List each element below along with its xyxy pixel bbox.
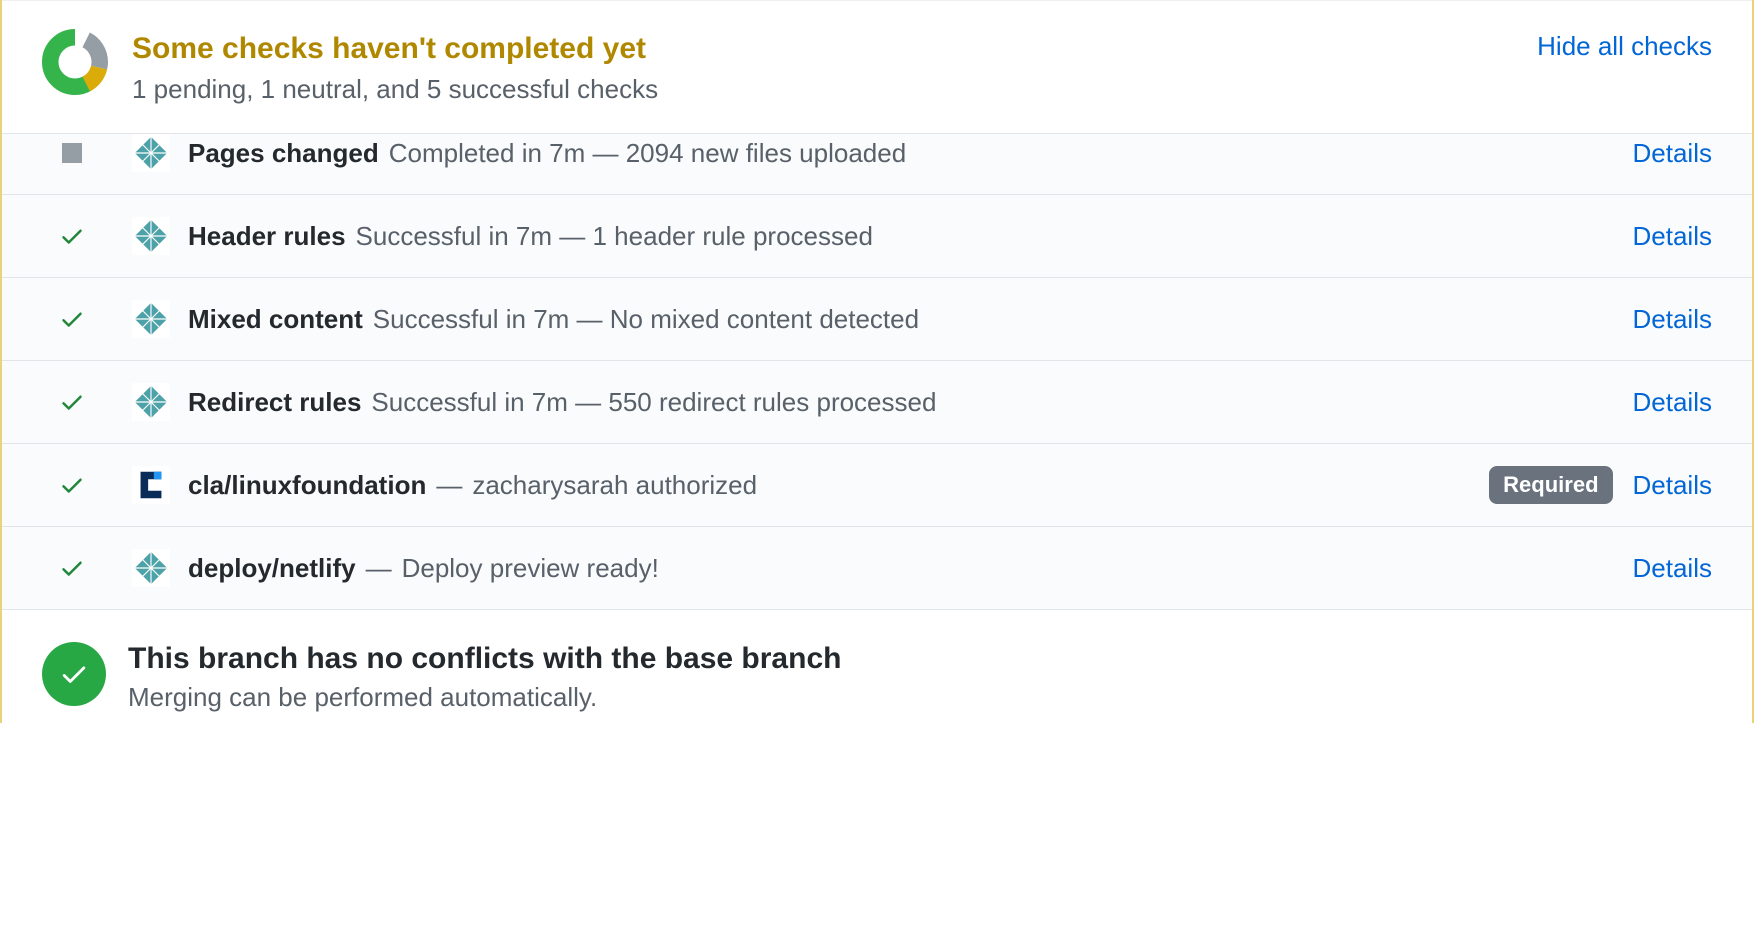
check-separator: — <box>436 470 462 501</box>
details-link[interactable]: Details <box>1633 470 1712 501</box>
check-description: Successful in 7m — No mixed content dete… <box>373 304 919 335</box>
check-description: Deploy preview ready! <box>402 553 659 584</box>
check-neutral-icon <box>54 143 90 163</box>
details-link[interactable]: Details <box>1633 553 1712 584</box>
checks-header: Some checks haven't completed yet 1 pend… <box>2 0 1752 133</box>
pr-merge-box: Some checks haven't completed yet 1 pend… <box>0 0 1754 723</box>
check-success-icon <box>54 555 90 581</box>
checks-header-text: Some checks haven't completed yet 1 pend… <box>132 29 1517 105</box>
status-donut-icon <box>42 29 108 100</box>
check-text: Pages changed Completed in 7m — 2094 new … <box>188 138 1613 169</box>
check-row: deploy/netlify — Deploy preview ready! Deta… <box>2 527 1752 610</box>
check-name: Redirect rules <box>188 387 361 418</box>
check-row: Header rules Successful in 7m — 1 header … <box>2 195 1752 278</box>
checks-list: Pages changed Completed in 7m — 2094 new … <box>2 133 1752 610</box>
merge-title: This branch has no conflicts with the ba… <box>128 642 841 676</box>
merge-status-text: This branch has no conflicts with the ba… <box>128 642 841 713</box>
check-text: Header rules Successful in 7m — 1 header … <box>188 221 1613 252</box>
check-text: deploy/netlify — Deploy preview ready! <box>188 553 1613 584</box>
merge-subtitle: Merging can be performed automatically. <box>128 682 841 713</box>
details-link[interactable]: Details <box>1633 221 1712 252</box>
required-badge: Required <box>1489 466 1612 504</box>
check-separator: — <box>366 553 392 584</box>
check-success-icon <box>54 306 90 332</box>
check-name: Mixed content <box>188 304 363 335</box>
checks-subtitle: 1 pending, 1 neutral, and 5 successful c… <box>132 74 1517 105</box>
merge-status-section: This branch has no conflicts with the ba… <box>2 610 1752 723</box>
check-name: cla/linuxfoundation <box>188 470 426 501</box>
check-row: cla/linuxfoundation — zacharysarah authori… <box>2 444 1752 527</box>
details-link[interactable]: Details <box>1633 387 1712 418</box>
netlify-avatar-icon <box>132 134 170 172</box>
check-description: Successful in 7m — 550 redirect rules pr… <box>371 387 936 418</box>
check-text: Mixed content Successful in 7m — No mixed… <box>188 304 1613 335</box>
check-row: Pages changed Completed in 7m — 2094 new … <box>2 134 1752 195</box>
check-description: Successful in 7m — 1 header rule process… <box>356 221 873 252</box>
checks-title: Some checks haven't completed yet <box>132 29 1517 68</box>
check-description: Completed in 7m — 2094 new files uploade… <box>389 138 906 169</box>
check-text: cla/linuxfoundation — zacharysarah authori… <box>188 470 1477 501</box>
linuxfoundation-avatar-icon <box>132 466 170 504</box>
netlify-avatar-icon <box>132 383 170 421</box>
netlify-avatar-icon <box>132 300 170 338</box>
netlify-avatar-icon <box>132 217 170 255</box>
details-link[interactable]: Details <box>1633 304 1712 335</box>
success-check-icon <box>42 642 106 706</box>
check-row: Redirect rules Successful in 7m — 550 red… <box>2 361 1752 444</box>
check-name: Pages changed <box>188 138 379 169</box>
check-row: Mixed content Successful in 7m — No mixed… <box>2 278 1752 361</box>
check-success-icon <box>54 472 90 498</box>
check-text: Redirect rules Successful in 7m — 550 red… <box>188 387 1613 418</box>
netlify-avatar-icon <box>132 549 170 587</box>
details-link[interactable]: Details <box>1633 138 1712 169</box>
check-success-icon <box>54 389 90 415</box>
check-name: Header rules <box>188 221 346 252</box>
check-name: deploy/netlify <box>188 553 356 584</box>
hide-all-checks-link[interactable]: Hide all checks <box>1537 31 1712 62</box>
check-success-icon <box>54 223 90 249</box>
check-description: zacharysarah authorized <box>472 470 757 501</box>
